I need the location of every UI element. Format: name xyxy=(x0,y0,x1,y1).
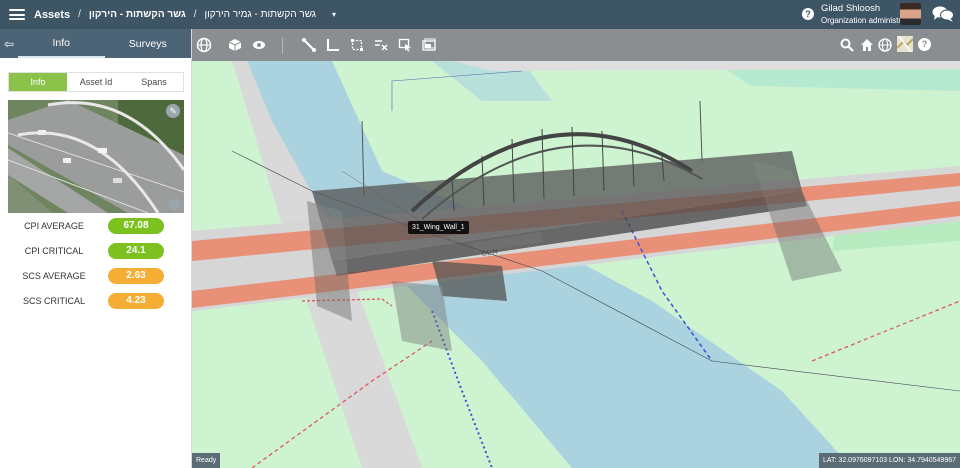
breadcrumb-asset[interactable]: גשר הקשתות - הירקון xyxy=(89,9,186,20)
info-subtabs: Info Asset Id Spans xyxy=(8,72,184,92)
breadcrumb-separator: / xyxy=(78,9,81,20)
breadcrumb: Assets / גשר הקשתות - הירקון / גשר הקשתו… xyxy=(34,9,336,21)
sidebar: ⇦ Info Surveys Info Asset Id Spans ✎ CPI… xyxy=(0,29,192,468)
metric-label: SCS AVERAGE xyxy=(22,270,86,281)
breadcrumb-dropdown-icon[interactable]: ▾ xyxy=(332,10,336,19)
pick-icon[interactable] xyxy=(398,38,412,52)
metric-badge: 67.08 xyxy=(108,217,164,234)
metric-label: CPI AVERAGE xyxy=(24,220,84,231)
tab-info[interactable]: Info xyxy=(18,29,105,58)
measure-line-icon[interactable] xyxy=(302,38,316,52)
3d-map-viewport[interactable]: OL N 31_Wing_Wall_1 Ready LAT: 32.097609… xyxy=(192,61,960,468)
subtab-info[interactable]: Info xyxy=(9,73,67,91)
coordinates-readout: LAT: 32.0976097103 LON: 34.7940549967 xyxy=(819,453,960,468)
home-icon[interactable] xyxy=(860,38,874,52)
bridge-photo-image xyxy=(8,100,184,213)
breadcrumb-current: גשר הקשתות - גמיר הירקון xyxy=(204,9,317,20)
metric-cpi-average: CPI AVERAGE 67.08 xyxy=(0,213,191,238)
area-select-icon[interactable] xyxy=(350,38,364,52)
metric-cpi-critical: CPI CRITICAL 24.1 xyxy=(0,238,191,263)
top-bar: Assets / גשר הקשתות - הירקון / גשר הקשתו… xyxy=(0,0,960,29)
metric-badge: 2.63 xyxy=(108,267,164,284)
metric-badge: 24.1 xyxy=(108,242,164,259)
element-tooltip: 31_Wing_Wall_1 xyxy=(408,221,469,234)
cube-icon[interactable] xyxy=(228,38,242,52)
help-icon[interactable]: ? xyxy=(802,8,814,20)
metric-scs-average: SCS AVERAGE 2.63 xyxy=(0,263,191,288)
screenshot-icon[interactable] xyxy=(422,38,436,52)
status-ready: Ready xyxy=(192,453,221,468)
avatar[interactable] xyxy=(900,3,921,25)
search-icon[interactable] xyxy=(840,38,854,52)
map-toolbar: ? xyxy=(192,29,960,61)
subtab-spans[interactable]: Spans xyxy=(125,73,183,91)
metrics-list: CPI AVERAGE 67.08 CPI CRITICAL 24.1 SCS … xyxy=(0,213,191,313)
metric-label: SCS CRITICAL xyxy=(22,295,85,306)
metric-label: CPI CRITICAL xyxy=(24,245,84,256)
exit-icon[interactable]: ⇦ xyxy=(0,29,18,58)
map-scene: OL N xyxy=(192,61,960,468)
edit-photo-icon[interactable]: ✎ xyxy=(166,104,180,118)
metric-badge: 4.23 xyxy=(108,292,164,309)
map-layer-icon[interactable] xyxy=(897,36,913,52)
breadcrumb-separator: / xyxy=(193,9,197,20)
chat-icon[interactable] xyxy=(932,5,954,23)
breadcrumb-assets[interactable]: Assets xyxy=(34,9,70,21)
tab-surveys[interactable]: Surveys xyxy=(105,29,192,58)
person-icon[interactable] xyxy=(169,199,180,210)
subtab-asset-id[interactable]: Asset Id xyxy=(67,73,125,91)
metric-scs-critical: SCS CRITICAL 4.23 xyxy=(0,288,191,313)
sidebar-tabs: ⇦ Info Surveys xyxy=(0,29,191,58)
toolbar-help-icon[interactable]: ? xyxy=(918,38,931,51)
globe-icon[interactable] xyxy=(196,37,212,53)
eye-icon[interactable] xyxy=(252,38,266,52)
angle-icon[interactable] xyxy=(326,38,340,52)
clear-measure-icon[interactable] xyxy=(374,38,388,52)
toolbar-divider xyxy=(282,37,283,54)
globe-view-icon[interactable] xyxy=(878,38,892,52)
asset-photo: ✎ xyxy=(8,100,184,213)
menu-icon[interactable] xyxy=(9,9,25,20)
